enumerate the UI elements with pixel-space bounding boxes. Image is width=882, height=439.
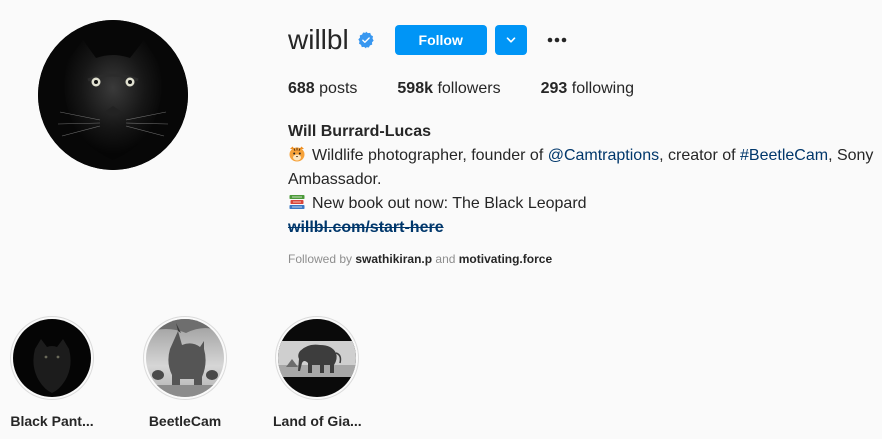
posts-count: 688: [288, 80, 315, 97]
highlight-item[interactable]: Black Pant...: [8, 316, 96, 430]
books-emoji-icon: [288, 193, 306, 211]
mention-link[interactable]: @Camtraptions: [548, 147, 659, 164]
profile-bio: Will Burrard-Lucas Wildlife photographer…: [288, 120, 882, 240]
highlight-label: BeetleCam: [148, 413, 222, 429]
following-label: following: [571, 80, 635, 97]
full-name: Will Burrard-Lucas: [288, 123, 431, 140]
followed-by[interactable]: Followed by swathikiran.p and motivating…: [288, 251, 552, 267]
bio-line-2: Ambassador.: [288, 171, 382, 188]
bio-line-3-text: New book out now: The Black Leopard: [312, 195, 587, 212]
bio-line-1-suffix: , Sony: [828, 147, 874, 164]
profile-stats: 688 posts 598k followers 293 following: [288, 79, 674, 99]
highlight-ring: [143, 316, 227, 400]
followed-by-user-1[interactable]: swathikiran.p: [355, 252, 432, 266]
followers-label: followers: [437, 80, 501, 97]
followed-by-prefix: Followed by: [288, 252, 356, 266]
more-options-button[interactable]: [545, 28, 569, 52]
rhino-thumbnail-icon: [146, 319, 224, 397]
posts-stat: 688 posts: [288, 79, 357, 99]
tiger-face-emoji-icon: [288, 145, 306, 163]
suggested-dropdown-button[interactable]: [494, 25, 527, 55]
chevron-down-icon: [506, 37, 515, 43]
follow-button[interactable]: Follow: [394, 25, 487, 55]
black-panther-thumbnail-icon: [13, 319, 91, 397]
highlight-item[interactable]: BeetleCam: [141, 316, 229, 430]
profile-page: willbl Follow 688 posts 598k followers 2…: [0, 0, 882, 439]
bio-line-1: Wildlife photographer, founder of @Camtr…: [288, 144, 882, 168]
bio-line-1-middle: , creator of: [659, 147, 741, 164]
following-count: 293: [540, 80, 568, 97]
followed-by-joiner: and: [432, 252, 459, 266]
followers-count: 598k: [397, 80, 433, 97]
profile-header: willbl Follow: [288, 24, 569, 56]
verified-badge-icon: [357, 31, 375, 49]
hashtag-link[interactable]: #BeetleCam: [740, 147, 828, 164]
followers-stat[interactable]: 598k followers: [397, 79, 500, 99]
highlight-label: Land of Gia...: [273, 413, 362, 429]
black-leopard-avatar-icon: [38, 20, 188, 170]
highlight-item[interactable]: Land of Gia...: [273, 316, 362, 430]
followed-by-user-2[interactable]: motivating.force: [459, 252, 552, 266]
profile-avatar[interactable]: [38, 20, 188, 170]
highlight-ring: [275, 316, 359, 400]
following-stat[interactable]: 293 following: [541, 79, 634, 99]
highlight-label: Black Pant...: [10, 413, 94, 429]
highlight-ring: [10, 316, 94, 400]
posts-label: posts: [319, 80, 358, 97]
elephant-thumbnail-icon: [278, 319, 356, 397]
bio-line-3: New book out now: The Black Leopard: [288, 192, 882, 216]
more-options-icon: [547, 37, 566, 43]
bio-line-1-text: Wildlife photographer, founder of: [312, 147, 548, 164]
username: willbl: [288, 24, 349, 55]
website-row: willbl.com/start-here: [288, 216, 882, 240]
website-link[interactable]: willbl.com/start-here: [288, 219, 444, 236]
